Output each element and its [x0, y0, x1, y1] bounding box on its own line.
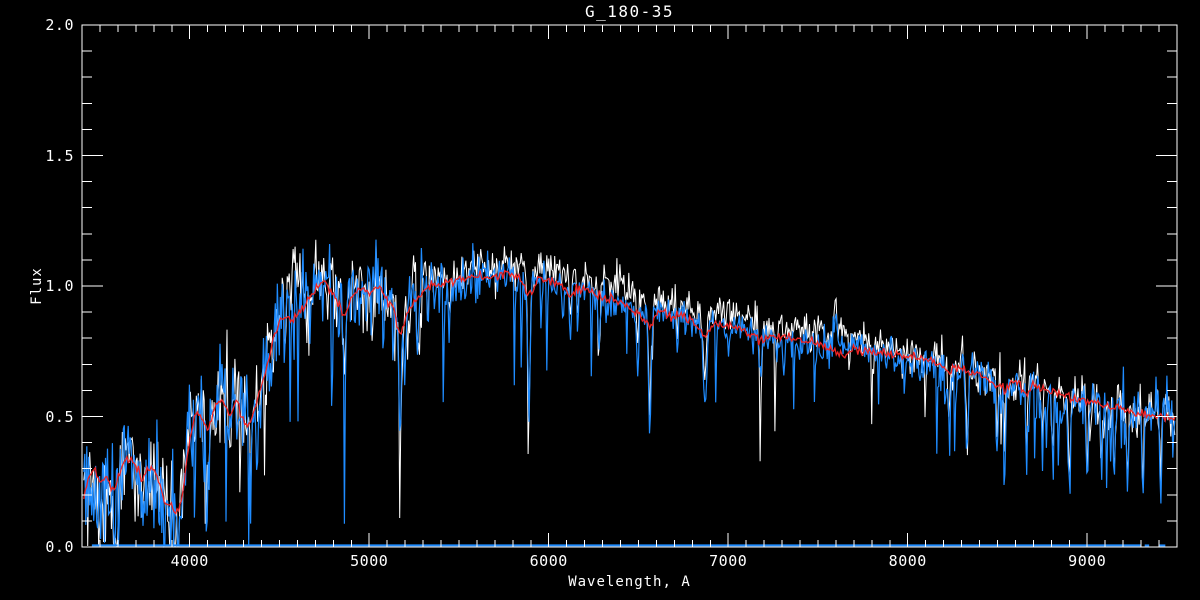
- spectrum-figure: G_180-35 Flux Wavelength, A 4000 5000 6000…: [0, 0, 1200, 600]
- x-tick-label: 9000: [1068, 552, 1107, 570]
- x-axis-label: Wavelength, A: [568, 574, 691, 590]
- y-tick-label: 0.5: [45, 407, 74, 426]
- x-tick-label: 7000: [709, 552, 748, 570]
- x-tick-label: 6000: [529, 552, 568, 570]
- y-tick-label: 2.0: [45, 16, 74, 34]
- y-tick-label: 1.0: [45, 277, 74, 295]
- y-tick-label: 0.0: [45, 538, 74, 556]
- x-tick-label: 4000: [170, 552, 209, 570]
- plot-title: G_180-35: [584, 2, 675, 21]
- x-tick-label: 8000: [888, 552, 927, 570]
- x-tick-label: 5000: [350, 552, 389, 570]
- plot-canvas: [81, 24, 1178, 548]
- y-tick-label: 1.5: [45, 146, 74, 165]
